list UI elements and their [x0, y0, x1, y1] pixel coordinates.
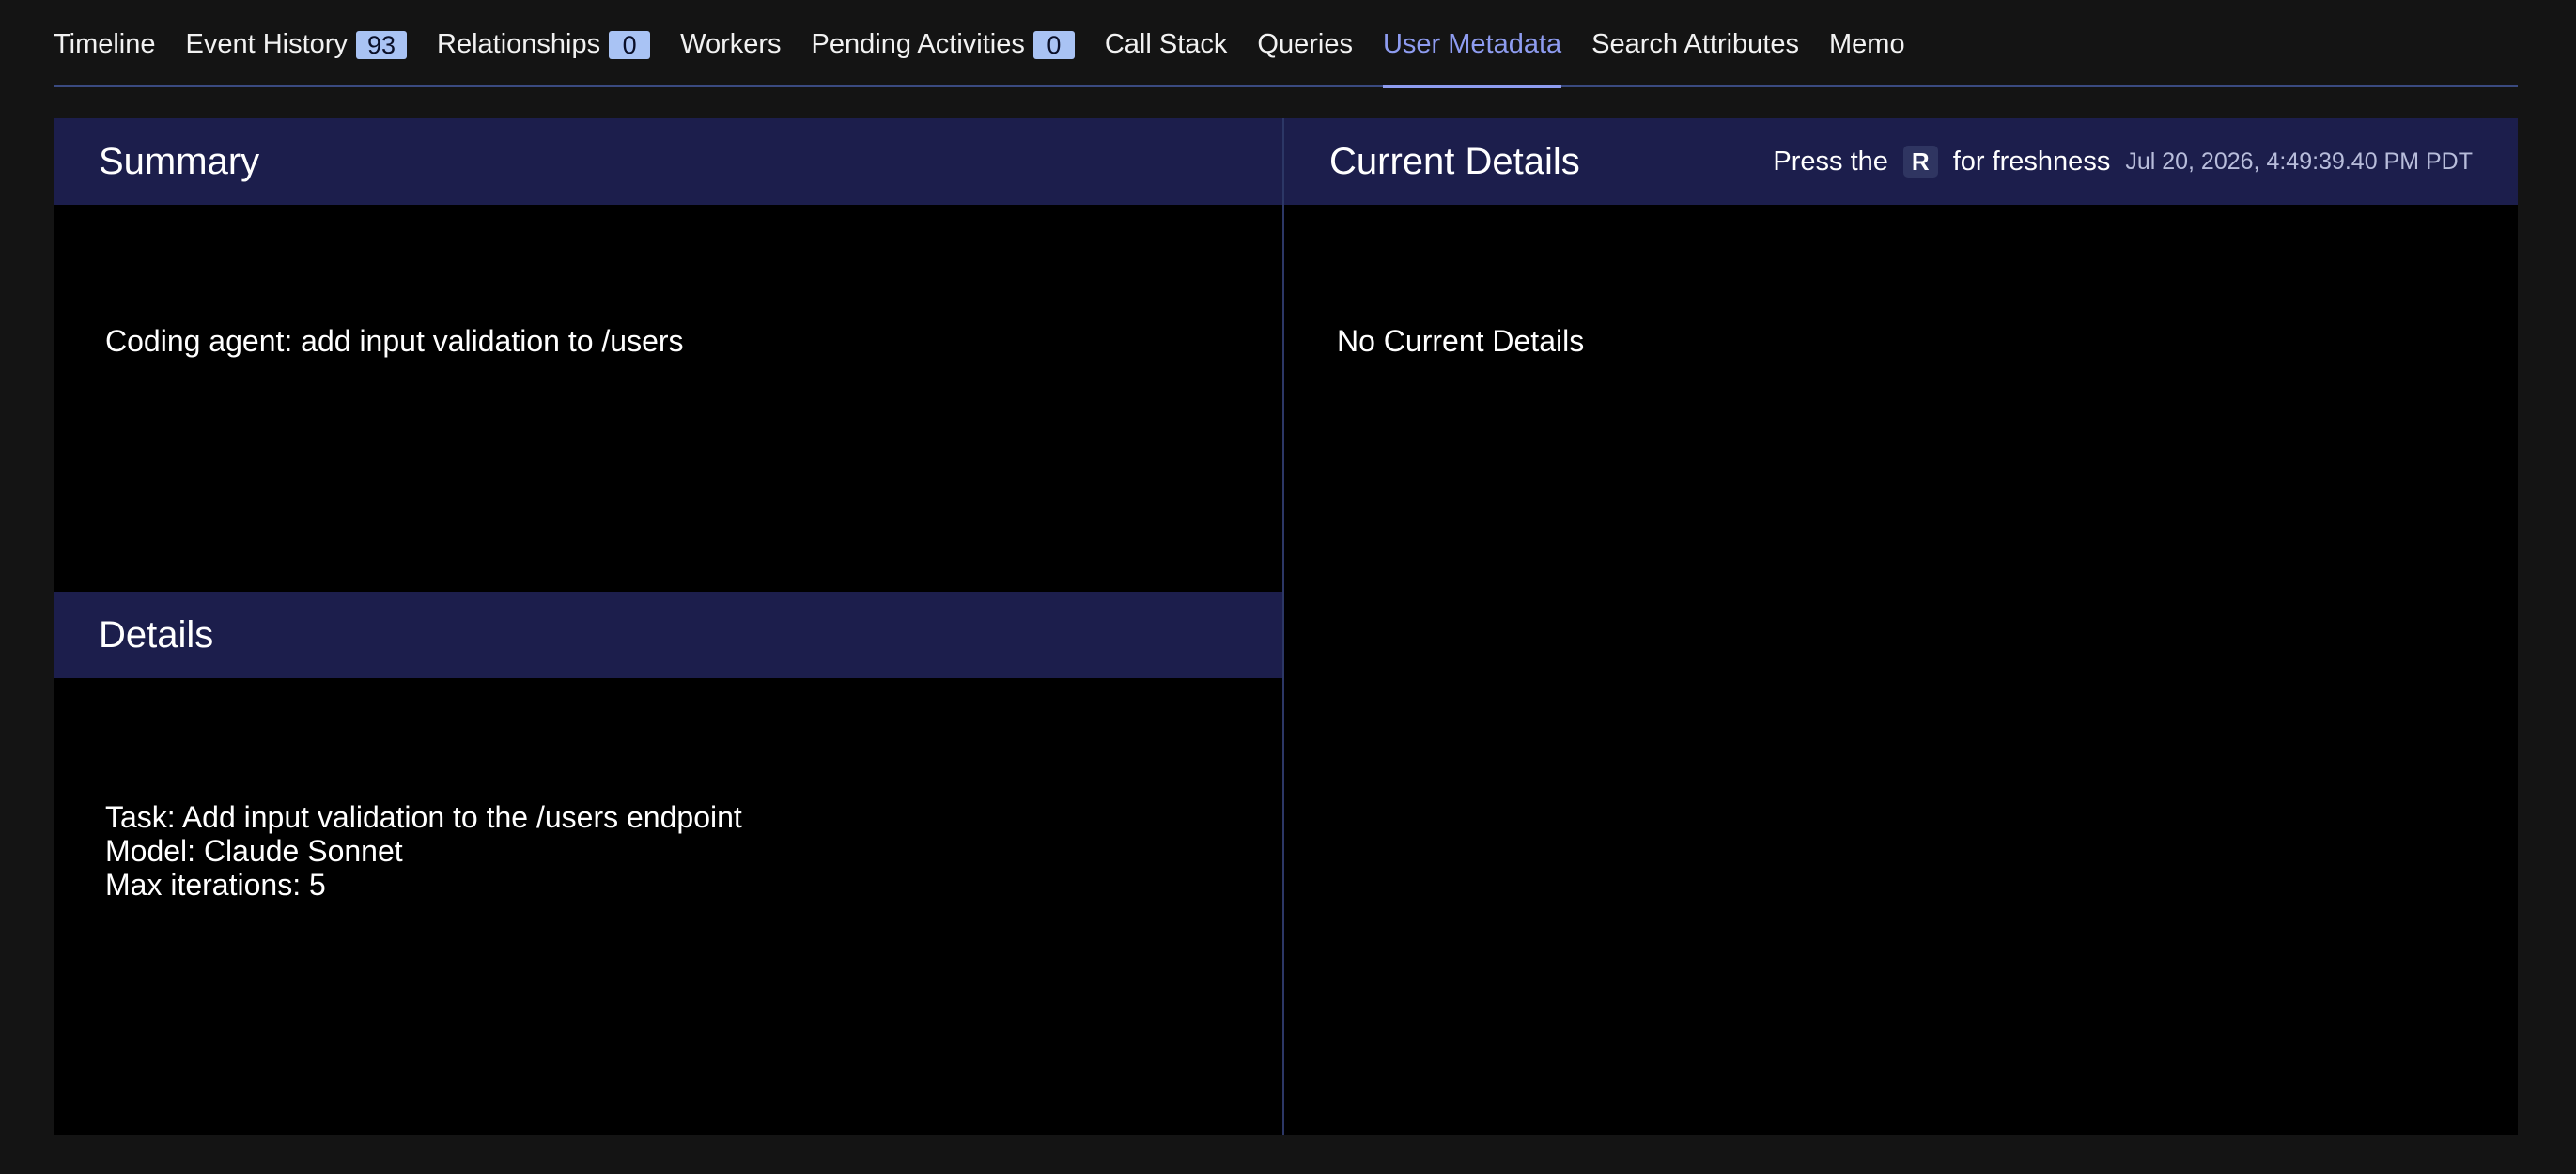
- refresh-hint: Press the R for freshness Jul 20, 2026, …: [1773, 118, 2473, 205]
- summary-header: Summary: [54, 118, 1282, 205]
- refresh-hint-suffix: for freshness: [1952, 146, 2111, 177]
- tab-label: User Metadata: [1382, 29, 1562, 59]
- tab-search-attributes[interactable]: Search Attributes: [1591, 0, 1799, 86]
- user-metadata-panel: Summary Coding agent: add input validati…: [54, 118, 2518, 1135]
- refresh-key[interactable]: R: [1902, 146, 1938, 178]
- event-count-badge: 93: [355, 30, 408, 59]
- details-header: Details: [54, 592, 1282, 678]
- tab-bar: Timeline Event History 93 Relationships …: [54, 0, 2518, 88]
- tab-label: Call Stack: [1104, 29, 1228, 59]
- left-column: Summary Coding agent: add input validati…: [54, 118, 1284, 1135]
- current-details-header: Current Details Press the R for freshnes…: [1284, 118, 2518, 205]
- relationships-count-badge: 0: [609, 30, 651, 59]
- tab-queries[interactable]: Queries: [1257, 0, 1353, 86]
- tab-label: Pending Activities: [811, 29, 1025, 59]
- last-refreshed-timestamp: Jul 20, 2026, 4:49:39.40 PM PDT: [2125, 147, 2473, 175]
- summary-text: Coding agent: add input validation to /u…: [105, 324, 684, 358]
- tab-label: Event History: [185, 29, 348, 59]
- tab-workers[interactable]: Workers: [680, 0, 781, 86]
- tab-label: Timeline: [54, 29, 156, 59]
- tab-user-metadata[interactable]: User Metadata: [1382, 0, 1562, 88]
- current-details-title: Current Details: [1329, 140, 1580, 182]
- details-text: Task: Add input validation to the /users…: [105, 800, 742, 902]
- tab-relationships[interactable]: Relationships 0: [437, 0, 651, 86]
- tab-label: Queries: [1257, 29, 1353, 59]
- details-line: Task: Add input validation to the /users…: [105, 800, 742, 834]
- current-details-empty-text: No Current Details: [1337, 324, 1585, 358]
- tab-label: Relationships: [437, 29, 601, 59]
- details-line: Max iterations: 5: [105, 868, 326, 902]
- details-line: Model: Claude Sonnet: [105, 834, 403, 868]
- tab-memo[interactable]: Memo: [1829, 0, 1905, 86]
- tab-timeline[interactable]: Timeline: [54, 0, 156, 86]
- pending-activities-count-badge: 0: [1032, 30, 1075, 59]
- right-column: Current Details Press the R for freshnes…: [1284, 118, 2518, 1135]
- tab-event-history[interactable]: Event History 93: [186, 0, 408, 86]
- tab-label: Memo: [1829, 29, 1905, 59]
- refresh-hint-prefix: Press the: [1773, 146, 1888, 177]
- tab-label: Search Attributes: [1591, 29, 1799, 59]
- details-title: Details: [99, 613, 214, 656]
- workflow-detail-view: Timeline Event History 93 Relationships …: [0, 0, 2576, 1174]
- summary-title: Summary: [99, 140, 260, 182]
- tab-call-stack[interactable]: Call Stack: [1105, 0, 1228, 86]
- tab-pending-activities[interactable]: Pending Activities 0: [812, 0, 1075, 86]
- tab-label: Workers: [680, 29, 782, 59]
